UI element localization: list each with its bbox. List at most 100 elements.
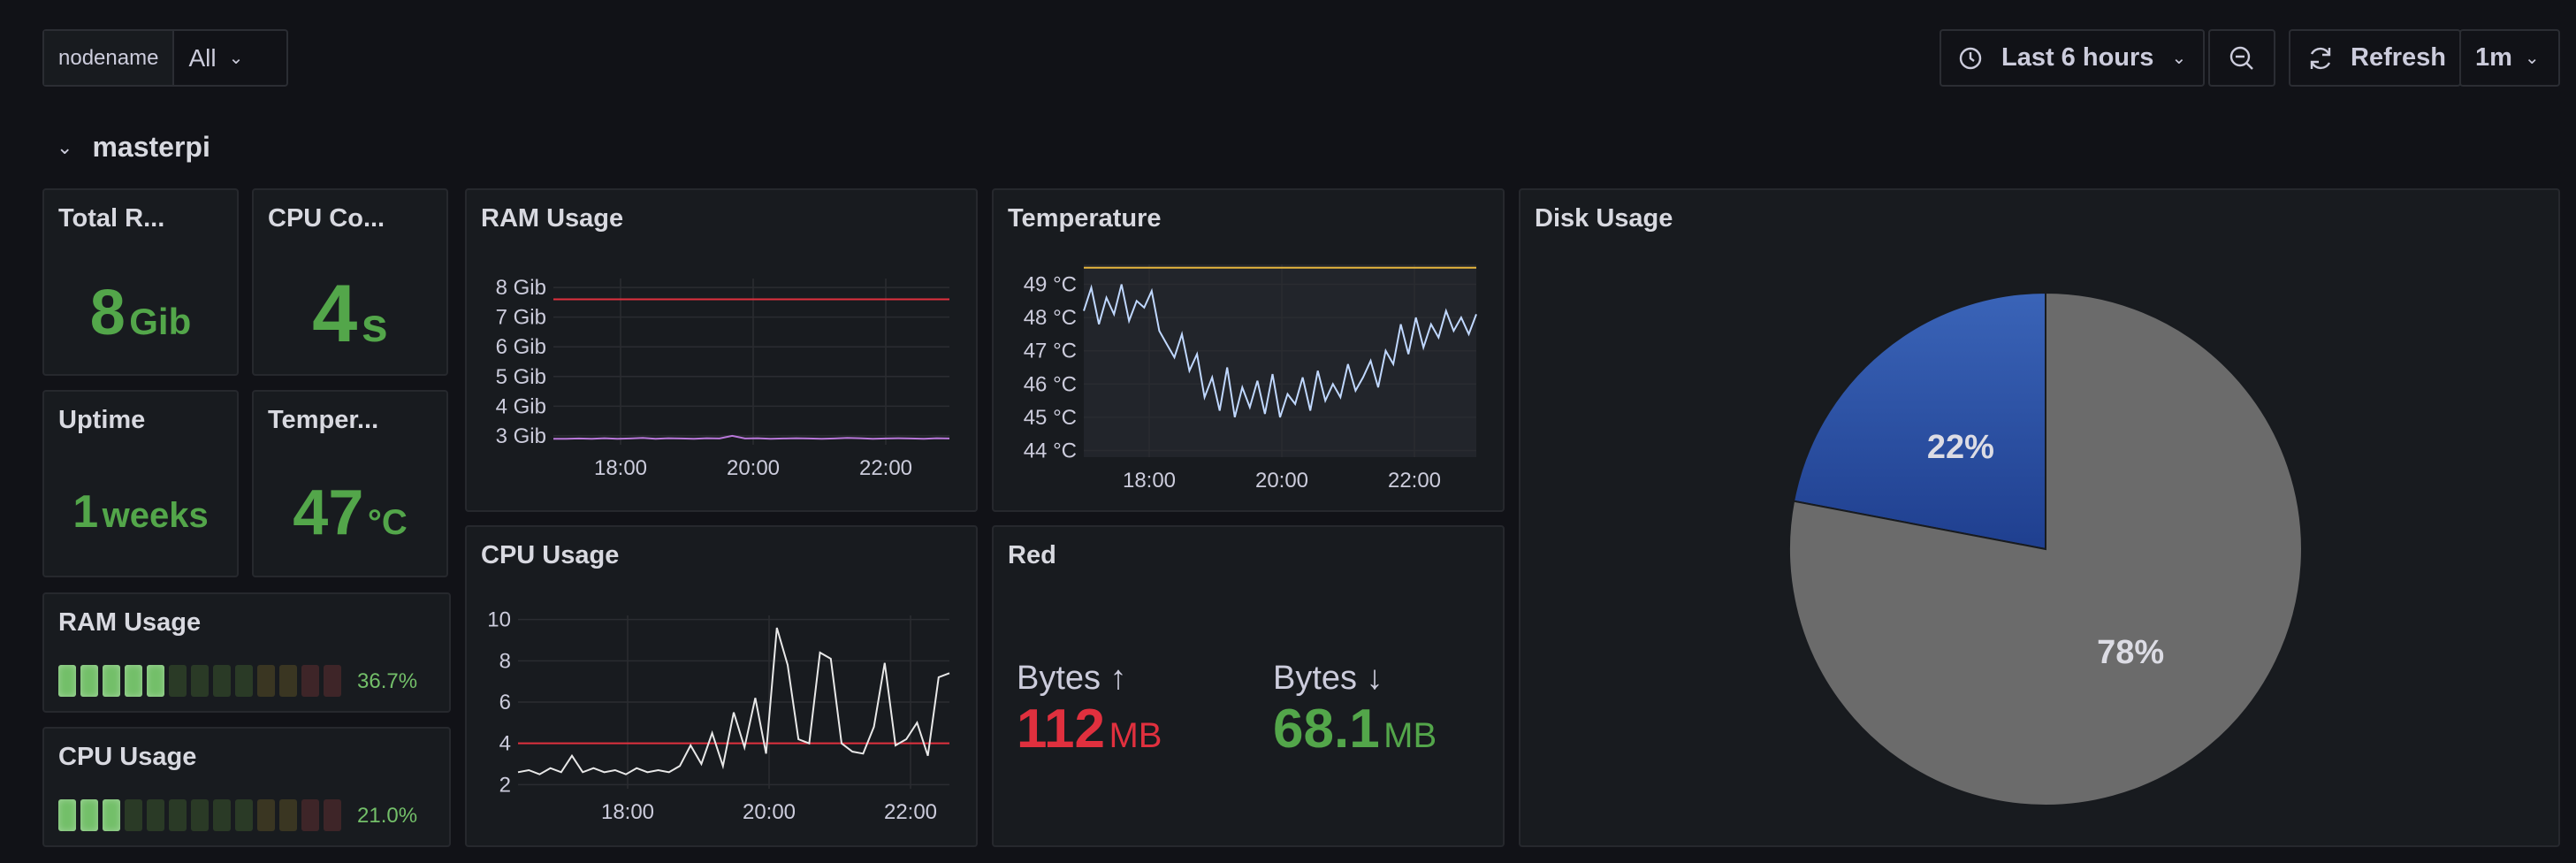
total-ram-panel[interactable]: Total R... 8 Gib [42,188,239,376]
gauge-segment [235,665,253,697]
gauge-segment [147,665,164,697]
gauge-segment [103,799,120,831]
disk-usage-panel[interactable]: Disk Usage 22% 78% [1519,188,2560,847]
y-tick-label: 6 Gib [496,335,546,359]
cpu-cores-panel[interactable]: CPU Co... 4 s [252,188,448,376]
ram-usage-chart: 3 Gib 4 Gib 5 Gib 6 Gib 7 Gib 8 Gib 18:00 20:00… [496,276,950,480]
x-tick-label: 18:00 [594,456,647,480]
gauge-segment [301,665,319,697]
y-tick-label: 2 [499,773,511,797]
gauge-segment [80,799,98,831]
temperature-stat-panel[interactable]: Temper... 47 °C [252,390,448,577]
time-range-picker[interactable]: Last 6 hours ⌄ [1940,29,2205,87]
stat-value: 4 s [312,269,388,359]
stat-value: 8 Gib [89,278,192,348]
nodename-variable[interactable]: nodename All ⌄ [42,29,288,87]
y-tick-label: 49 °C [1024,273,1077,297]
gauge-segment [169,665,187,697]
stat-value: 47 °C [293,477,408,548]
zoom-out-icon [2229,46,2253,70]
gauge-segment [147,799,164,831]
uptime-panel[interactable]: Uptime 1 weeks [42,390,239,577]
pie-label: 78% [2097,634,2164,671]
x-tick-label: 22:00 [1388,469,1441,493]
bytes-down-stat: Bytes ↓ 68.1 MB [1273,660,1437,760]
panel-title: CPU Usage [58,743,197,771]
ram-bar-gauge [58,665,341,697]
gauge-segment [169,799,187,831]
gauge-segment [58,799,76,831]
temperature-chart-panel[interactable]: Temperature 44 °C 45 °C 46 °C 47 °C 48 °C 49 … [992,188,1505,512]
bytes-down-value: 68.1 MB [1273,699,1437,760]
y-tick-label: 44 °C [1024,439,1077,462]
y-tick-label: 4 [499,732,511,756]
gauge-segment [257,665,275,697]
gauge-segment [213,665,231,697]
y-tick-label: 7 Gib [496,306,546,330]
chevron-down-icon: ⌄ [228,49,244,68]
temperature-chart: 44 °C 45 °C 46 °C 47 °C 48 °C 49 °C 18:00 20:00… [1024,264,1477,493]
x-tick-label: 22:00 [884,800,937,824]
gauge-segment [213,799,231,831]
time-range-label: Last 6 hours [2001,43,2154,72]
gauge-segment [257,799,275,831]
cpu-usage-chart-panel[interactable]: CPU Usage 2 4 6 8 10 18:00 20:00 22:00 [465,525,978,847]
variable-value[interactable]: All [174,44,216,73]
stat-value: 1 weeks [72,486,209,538]
x-tick-label: 18:00 [1123,469,1176,493]
refresh-interval-picker[interactable]: 1m ⌄ [2459,29,2560,87]
chevron-down-icon: ⌄ [2171,49,2187,68]
panel-title: Temper... [268,406,379,434]
disk-usage-pie-chart: 22% 78% [1787,291,2303,806]
row-collapse-toggle[interactable]: ⌄ masterpi [57,131,210,164]
gauge-segment [191,799,209,831]
refresh-button[interactable]: Refresh [2289,29,2461,87]
panel-title: CPU Co... [268,204,385,233]
variable-label: nodename [44,31,175,85]
gauge-segment [324,799,341,831]
gauge-segment [324,665,341,697]
gauge-segment [58,665,76,697]
panel-title: Red [1008,541,1056,569]
gauge-segment [235,799,253,831]
cpu-gauge-panel[interactable]: CPU Usage 21.0% [42,727,451,847]
y-tick-label: 47 °C [1024,340,1077,363]
clock-icon [1959,47,1982,69]
refresh-label: Refresh [2351,43,2446,72]
y-tick-label: 5 Gib [496,365,546,389]
network-panel[interactable]: Red Bytes ↑ 112 MB Bytes ↓ 68.1 MB [992,525,1505,847]
y-tick-label: 3 Gib [496,424,546,448]
y-tick-label: 45 °C [1024,406,1077,430]
bytes-up-label: Bytes ↑ [1017,660,1127,697]
chevron-down-icon: ⌄ [2524,49,2540,68]
gauge-segment [103,665,120,697]
cpu-usage-chart: 2 4 6 8 10 18:00 20:00 22:00 [487,608,950,824]
gauge-segment [125,799,142,831]
gauge-value: 21.0% [357,804,418,828]
gauge-segment [301,799,319,831]
refresh-icon [2310,47,2331,69]
gauge-segment [279,799,297,831]
cpu-bar-gauge [58,799,341,831]
y-tick-label: 46 °C [1024,372,1077,396]
y-tick-label: 10 [487,608,511,632]
y-tick-label: 48 °C [1024,306,1077,330]
x-tick-label: 20:00 [727,456,780,480]
bytes-up-stat: Bytes ↑ 112 MB [1017,660,1162,760]
ram-gauge-panel[interactable]: RAM Usage 36.7% [42,592,451,713]
zoom-out-button[interactable] [2208,29,2275,87]
bytes-up-value: 112 MB [1017,699,1162,760]
plot-background [1084,264,1476,457]
x-tick-label: 22:00 [859,456,912,480]
gauge-segment [80,665,98,697]
gauge-segment [279,665,297,697]
gauge-segment [191,665,209,697]
bytes-down-label: Bytes ↓ [1273,660,1383,697]
y-tick-label: 6 [499,691,511,714]
ram-usage-chart-panel[interactable]: RAM Usage 3 Gib 4 Gib 5 Gib 6 Gib 7 Gib 8 Gib… [465,188,978,512]
chevron-down-icon: ⌄ [57,135,73,158]
refresh-interval-value: 1m [2475,43,2512,72]
gauge-value: 36.7% [357,669,418,693]
panel-title: RAM Usage [58,608,202,637]
row-title: masterpi [92,131,210,163]
